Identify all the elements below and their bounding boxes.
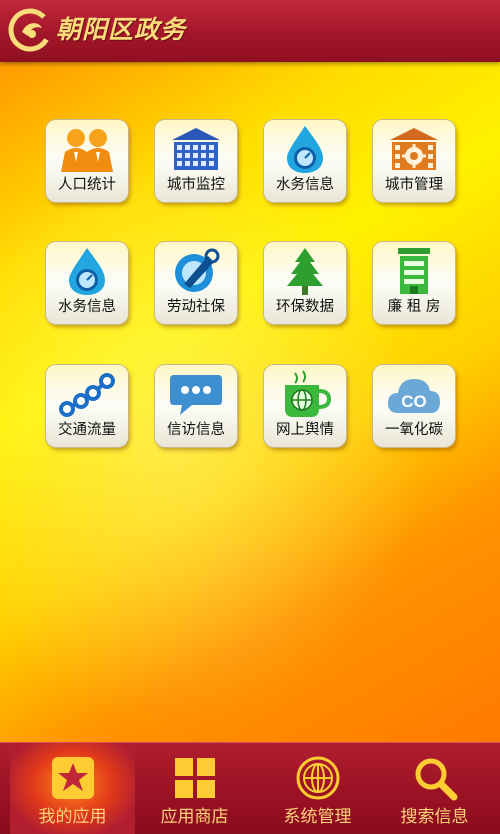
globe-cup-icon xyxy=(285,370,332,417)
tab-my-apps[interactable]: 我的应用 xyxy=(10,743,135,834)
app-tile-petition-info[interactable]: 信访信息 xyxy=(155,365,237,447)
app-label: 一氧化碳 xyxy=(385,422,443,438)
app-label: 环保数据 xyxy=(276,299,334,315)
tab-label: 应用商店 xyxy=(160,807,229,827)
app-label: 信访信息 xyxy=(167,422,225,438)
search-icon xyxy=(415,758,458,801)
app-label: 网上舆情 xyxy=(276,422,334,438)
app-tile-water-info[interactable]: 水务信息 xyxy=(264,120,346,202)
app-label: 城市管理 xyxy=(385,177,443,193)
app-tile-population[interactable]: 人口统计 xyxy=(46,120,128,202)
grid-icon xyxy=(175,758,215,798)
water-drop-gauge-icon xyxy=(287,126,323,173)
low-rent-housing-icon xyxy=(398,248,430,294)
app-title: 朝阳区政务 xyxy=(56,15,187,44)
tab-system-management[interactable]: 系统管理 xyxy=(255,743,380,834)
traffic-flow-nodes-icon xyxy=(59,373,115,417)
tab-label: 系统管理 xyxy=(283,807,352,827)
water-drop-gauge-icon xyxy=(69,248,105,295)
app-tile-traffic-flow[interactable]: 交通流量 xyxy=(46,365,128,447)
tab-label: 搜索信息 xyxy=(400,807,469,827)
svg-text:CO: CO xyxy=(401,392,427,411)
bottom-tab-bar: 我的应用 应用商店 系统管理 搜索信息 xyxy=(0,742,500,834)
app-label: 交通流量 xyxy=(58,422,116,438)
app-label: 城市监控 xyxy=(167,177,225,193)
tab-search-info[interactable]: 搜索信息 xyxy=(372,743,497,834)
app-tile-city-monitor[interactable]: 城市监控 xyxy=(155,120,237,202)
tab-app-store[interactable]: 应用商店 xyxy=(132,743,257,834)
speech-bubble-icon xyxy=(170,375,222,415)
app-tile-low-rent-housing[interactable]: 廉 租 房 xyxy=(373,242,455,324)
globe-settings-icon xyxy=(296,756,340,800)
labor-insurance-tool-icon xyxy=(175,248,220,292)
pine-tree-icon xyxy=(287,248,323,295)
app-header: 朝阳区政务 xyxy=(0,0,500,62)
star-icon xyxy=(52,757,94,799)
app-tile-city-management[interactable]: 城市管理 xyxy=(373,120,455,202)
app-label: 廉 租 房 xyxy=(387,299,441,315)
city-management-gear-building-icon xyxy=(390,128,438,170)
app-label: 劳动社保 xyxy=(167,299,225,315)
city-monitor-building-icon xyxy=(172,128,220,170)
app-grid-area: 人口统计 城市监控 水务信息 城市管理 水务信息 劳动社保 环保数据 廉 租 房… xyxy=(0,62,500,742)
population-people-icon xyxy=(61,129,113,172)
co-cloud-icon: CO xyxy=(388,379,440,413)
app-tile-labor-insurance[interactable]: 劳动社保 xyxy=(155,242,237,324)
chaoyang-logo-icon xyxy=(8,8,52,52)
app-tile-carbon-monoxide[interactable]: CO 一氧化碳 xyxy=(373,365,455,447)
app-tile-online-opinion[interactable]: 网上舆情 xyxy=(264,365,346,447)
app-label: 水务信息 xyxy=(276,177,334,193)
app-tile-water-info-2[interactable]: 水务信息 xyxy=(46,242,128,324)
tab-label: 我的应用 xyxy=(38,807,107,827)
app-label: 水务信息 xyxy=(58,299,116,315)
app-label: 人口统计 xyxy=(58,177,116,193)
app-tile-environment-data[interactable]: 环保数据 xyxy=(264,242,346,324)
